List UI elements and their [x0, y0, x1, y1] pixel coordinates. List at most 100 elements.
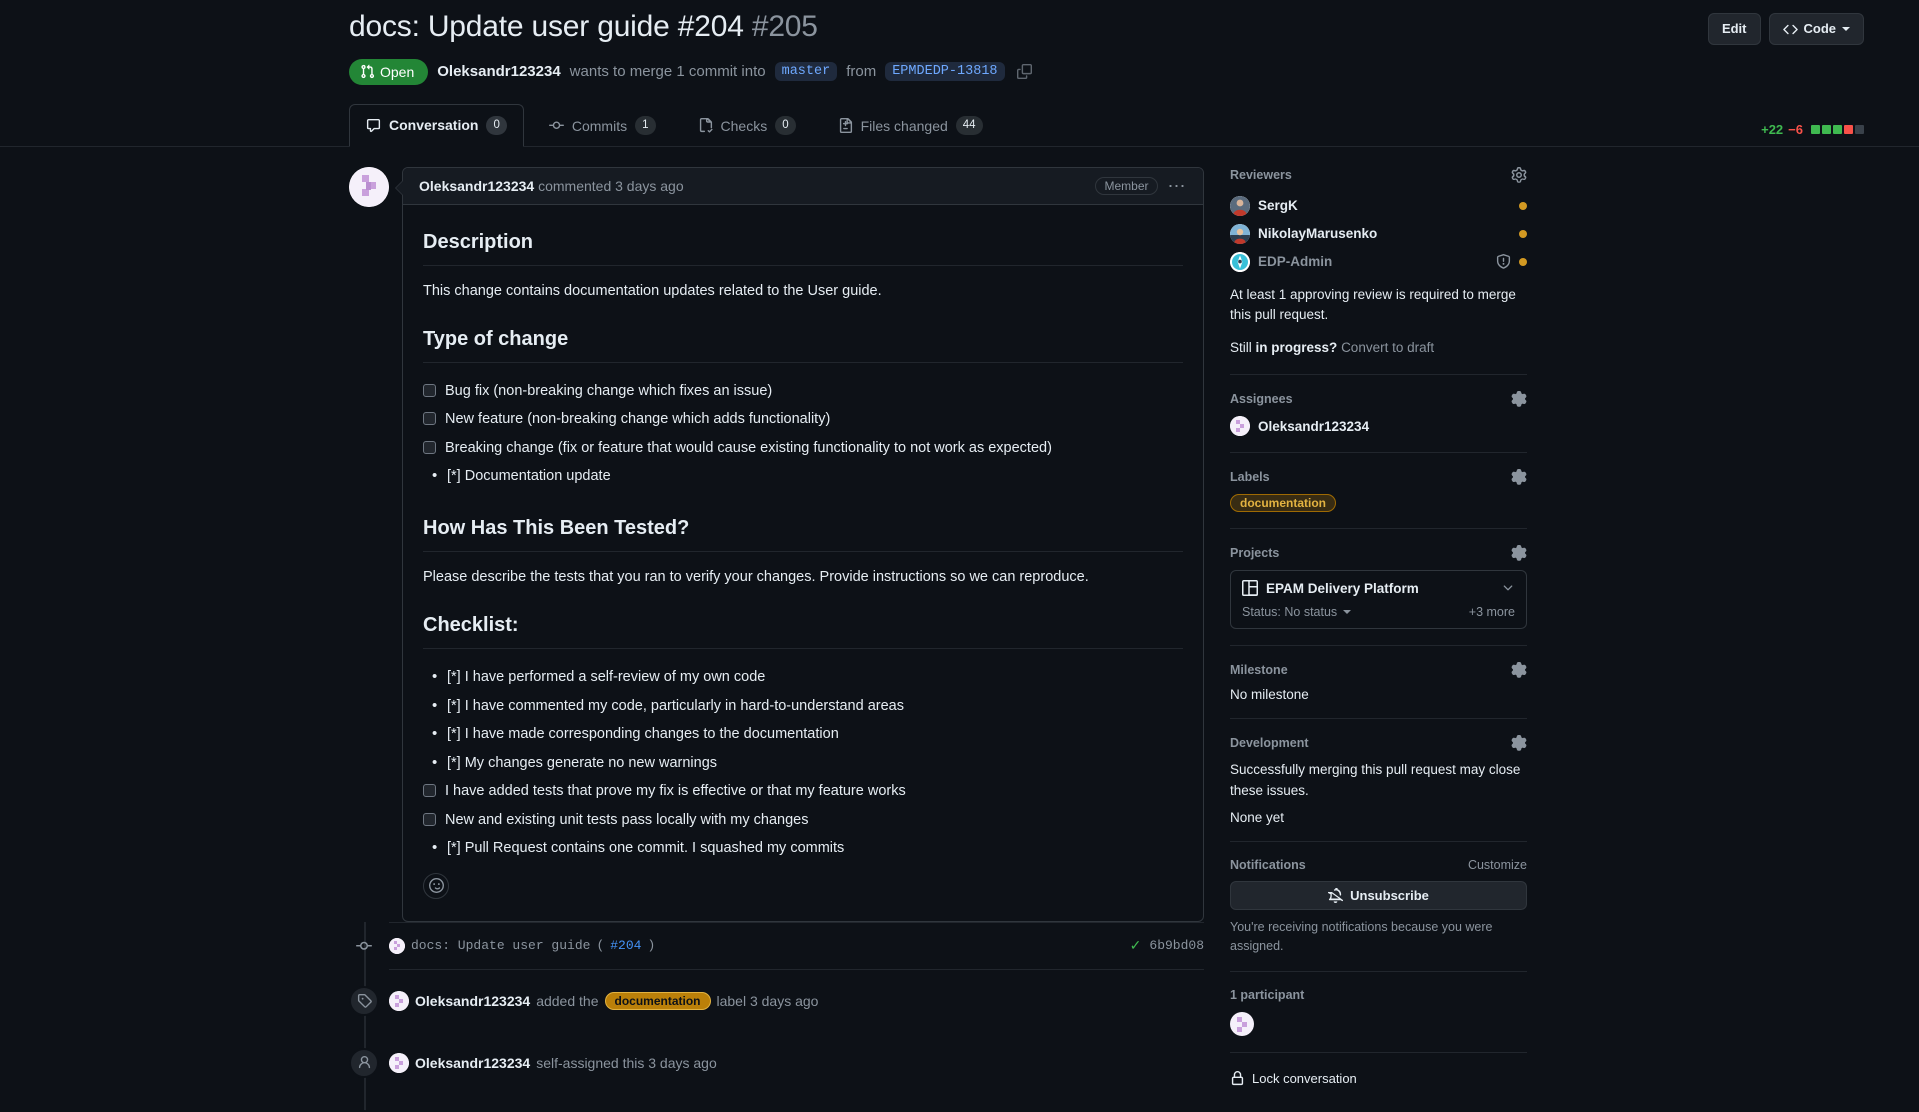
comment-byline: Oleksandr123234 commented 3 days ago: [419, 178, 684, 194]
project-icon: [1242, 580, 1258, 597]
project-card-header: EPAM Delivery Platform: [1242, 580, 1515, 597]
event-post-text: label 3 days ago: [716, 992, 819, 1009]
status-badge: Open: [349, 58, 429, 85]
avatar[interactable]: [349, 166, 389, 207]
reviewer-edp-admin[interactable]: EDP-Admin: [1230, 248, 1527, 276]
code-owner-shield-icon: [1496, 254, 1511, 269]
convert-to-draft-link[interactable]: Convert to draft: [1341, 340, 1434, 355]
gear-icon[interactable]: [1511, 735, 1527, 751]
commit-message[interactable]: docs: Update user guide: [411, 938, 590, 953]
heading-how-tested: How Has This Been Tested?: [423, 513, 1183, 552]
add-reaction-icon[interactable]: [423, 872, 449, 899]
avatar[interactable]: [389, 1052, 409, 1073]
tab-commits[interactable]: Commits 1: [532, 104, 673, 147]
project-card[interactable]: EPAM Delivery Platform Status: No status…: [1230, 570, 1527, 630]
assignee-name: Oleksandr123234: [1258, 418, 1370, 434]
lock-icon: [1230, 1071, 1245, 1086]
gear-icon[interactable]: [1511, 391, 1527, 407]
avatar: [1230, 223, 1250, 244]
reviewers-title: Reviewers: [1230, 167, 1292, 182]
task-item-label: New feature (non-breaking change which a…: [445, 411, 831, 428]
task-item: [*] I have commented my code, particular…: [423, 692, 1183, 720]
comment-author[interactable]: Oleksandr123234: [419, 178, 534, 194]
project-more-link[interactable]: +3 more: [1469, 605, 1515, 619]
checks-icon: [698, 118, 713, 133]
comment-icon: [366, 118, 381, 133]
pr-sidebar: Reviewers SergK NikolayMarusenko EDP-Adm…: [1230, 166, 1527, 1112]
tab-files-changed-label: Files changed: [860, 117, 948, 134]
avatar[interactable]: [389, 937, 405, 954]
checkbox-unchecked[interactable]: [423, 812, 436, 826]
commit-sha[interactable]: 6b9bd08: [1149, 938, 1204, 953]
commit-text: docs: Update user guide (#204): [389, 937, 1130, 954]
task-item: New and existing unit tests pass locally…: [423, 806, 1183, 834]
lock-conversation-button[interactable]: Lock conversation: [1230, 1071, 1527, 1086]
event-actor[interactable]: Oleksandr123234: [415, 1055, 530, 1071]
label-chip-documentation[interactable]: documentation: [1230, 494, 1336, 513]
customize-notifications-link[interactable]: Customize: [1468, 858, 1527, 872]
edit-button[interactable]: Edit: [1707, 13, 1761, 45]
reaction-bar: [423, 869, 1183, 911]
pr-description-comment: Oleksandr123234 commented 3 days ago Mem…: [349, 166, 1204, 922]
task-item: [*] I have performed a self-review of my…: [423, 663, 1183, 691]
merge-text-before: wants to merge 1 commit into: [569, 63, 766, 80]
copy-icon[interactable]: [1016, 64, 1032, 79]
additions-count: +22: [1761, 121, 1784, 137]
review-requirement-note: At least 1 approving review is required …: [1230, 286, 1516, 322]
chevron-down-icon: [1343, 610, 1352, 615]
file-diff-icon: [838, 118, 853, 133]
unsubscribe-button[interactable]: Unsubscribe: [1230, 880, 1527, 910]
avatar[interactable]: [389, 990, 409, 1011]
code-button-label: Code: [1803, 21, 1837, 36]
gear-icon[interactable]: [1511, 662, 1527, 678]
task-item-label: [*] I have made corresponding changes to…: [447, 726, 839, 743]
tab-checks-label: Checks: [720, 117, 768, 134]
kebab-menu-icon[interactable]: ⋯: [1168, 177, 1188, 195]
checkbox-unchecked[interactable]: [423, 440, 436, 454]
pr-number: #205: [751, 10, 818, 43]
task-item: Bug fix (non-breaking change which fixes…: [423, 377, 1183, 405]
development-title: Development: [1230, 736, 1309, 751]
check-success-icon[interactable]: ✓: [1130, 937, 1142, 954]
checkbox-unchecked[interactable]: [423, 383, 436, 397]
tab-files-changed[interactable]: Files changed 44: [821, 104, 1000, 147]
comment-header-actions: Member ⋯: [1095, 176, 1188, 195]
code-button[interactable]: Code: [1768, 13, 1864, 45]
base-branch-chip[interactable]: master: [774, 62, 838, 81]
tab-checks[interactable]: Checks 0: [681, 104, 813, 147]
event-actor[interactable]: Oleksandr123234: [415, 993, 530, 1009]
timeline-commit-row: docs: Update user guide (#204) ✓ 6b9bd08: [349, 921, 1204, 970]
tab-commits-label: Commits: [571, 117, 628, 134]
gear-icon[interactable]: [1511, 545, 1527, 561]
tab-conversation[interactable]: Conversation 0: [349, 103, 524, 147]
pr-author[interactable]: Oleksandr123234: [437, 63, 560, 80]
diff-stat: +22 −6: [1761, 122, 1864, 146]
project-status-select[interactable]: Status: No status: [1242, 605, 1352, 619]
reviewer-nikolaymarusenko[interactable]: NikolayMarusenko: [1230, 220, 1527, 248]
assignees-title: Assignees: [1230, 392, 1293, 407]
checkbox-unchecked[interactable]: [423, 412, 436, 426]
reviewer-sergk[interactable]: SergK: [1230, 192, 1527, 220]
task-item: [*] My changes generate no new warnings: [423, 749, 1183, 777]
head-branch-chip[interactable]: EPMDEDP-13818: [885, 62, 1005, 81]
tab-commits-count: 1: [635, 116, 656, 135]
sidebar-section-development: Development Successfully merging this pu…: [1230, 735, 1527, 842]
chevron-down-icon[interactable]: [1501, 581, 1515, 595]
gear-icon[interactable]: [1511, 166, 1527, 183]
unsubscribe-label: Unsubscribe: [1350, 887, 1429, 903]
task-item-label: I have added tests that prove my fix is …: [445, 783, 906, 800]
chevron-down-icon: [1842, 27, 1850, 31]
commit-ref-link[interactable]: #204: [610, 938, 641, 953]
task-item-label: [*] My changes generate no new warnings: [447, 754, 718, 771]
label-chip[interactable]: documentation: [604, 991, 711, 1010]
gear-icon[interactable]: [1511, 469, 1527, 485]
assignee-item[interactable]: Oleksandr123234: [1230, 416, 1527, 437]
heading-type-of-change: Type of change: [423, 324, 1183, 363]
reviewers-header: Reviewers: [1230, 166, 1527, 183]
avatar[interactable]: [1230, 1012, 1527, 1037]
avatar: [1230, 251, 1250, 272]
tab-conversation-label: Conversation: [389, 117, 479, 133]
tab-list: Conversation 0 Commits 1 Checks 0 Files …: [349, 103, 1000, 147]
timeline-event-review-request: Oleksandr123234 requested a review from …: [349, 1094, 1204, 1112]
checkbox-unchecked[interactable]: [423, 784, 436, 798]
